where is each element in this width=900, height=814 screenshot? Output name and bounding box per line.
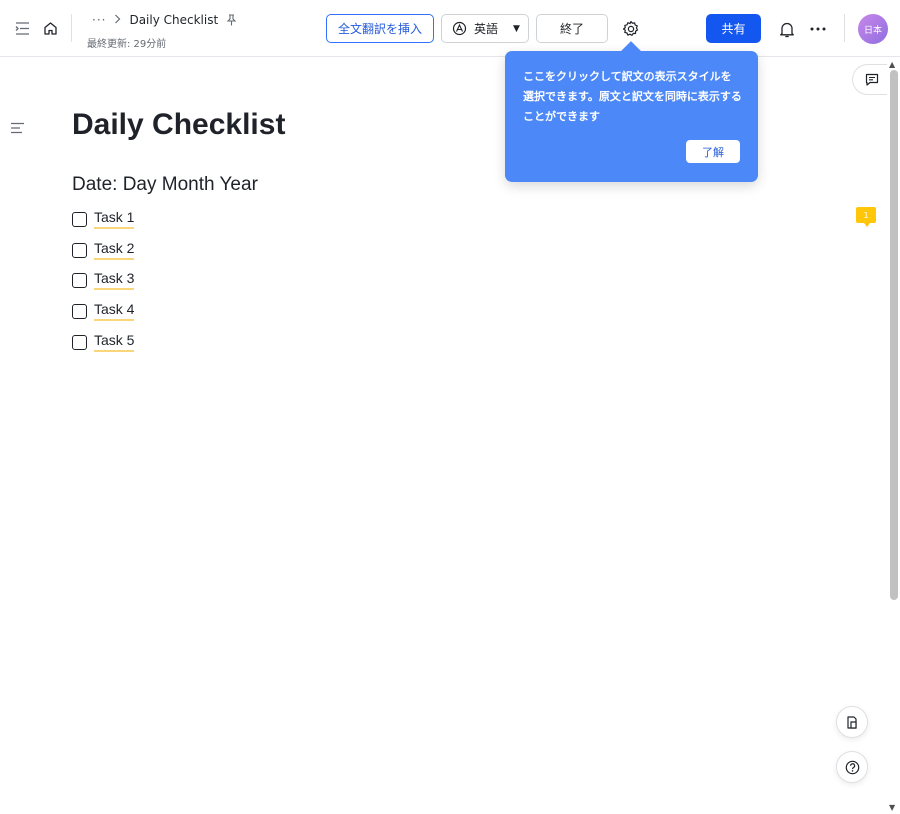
task-label[interactable]: Task 3 — [94, 270, 135, 290]
task-checkbox[interactable] — [72, 211, 87, 227]
task-checkbox[interactable] — [72, 242, 87, 258]
avatar[interactable]: 日本 — [858, 14, 888, 44]
share-button[interactable]: 共有 — [706, 14, 761, 43]
tooltip-ok-button[interactable]: 了解 — [686, 140, 740, 163]
sidebar-toggle-icon[interactable] — [14, 20, 30, 36]
language-select[interactable]: 英語 ▼ — [441, 14, 529, 43]
document-copy-icon — [845, 715, 859, 730]
task-checkbox[interactable] — [72, 272, 87, 288]
comment-count-badge[interactable]: 1 — [856, 207, 876, 227]
breadcrumb: ··· Daily Checklist — [92, 13, 237, 27]
document-title[interactable]: Daily Checklist — [72, 108, 285, 142]
task-item: Task 4 — [72, 301, 135, 321]
more-horizontal-icon[interactable] — [807, 19, 829, 39]
task-item: Task 3 — [72, 270, 135, 290]
caret-down-icon: ▼ — [513, 23, 520, 34]
breadcrumb-more-button[interactable]: ··· — [92, 13, 106, 27]
translation-style-tooltip: ここをクリックして訳文の表示スタイルを選択できます。原文と訳文を同時に表示するこ… — [505, 51, 758, 182]
bell-icon[interactable] — [777, 19, 797, 39]
task-checkbox[interactable] — [72, 334, 87, 350]
help-button[interactable] — [836, 751, 868, 783]
end-translation-button[interactable]: 終了 — [536, 14, 608, 43]
pin-icon[interactable] — [226, 14, 237, 26]
top-toolbar: ··· Daily Checklist 最終更新: 29分前 全文翻訳を挿入 英… — [0, 0, 900, 57]
task-label[interactable]: Task 4 — [94, 301, 135, 321]
chevron-right-icon — [114, 14, 121, 27]
task-item: Task 1 — [72, 209, 135, 229]
outline-list-icon[interactable] — [10, 119, 25, 138]
breadcrumb-title[interactable]: Daily Checklist — [129, 13, 218, 27]
settings-gear-icon[interactable] — [621, 19, 641, 39]
tooltip-message: ここをクリックして訳文の表示スタイルを選択できます。原文と訳文を同時に表示するこ… — [523, 70, 742, 123]
task-label[interactable]: Task 1 — [94, 209, 135, 229]
language-label: 英語 — [474, 22, 499, 36]
scrollbar-thumb[interactable] — [890, 70, 898, 600]
task-label[interactable]: Task 5 — [94, 332, 135, 352]
scroll-down-arrow-icon[interactable]: ▼ — [889, 803, 895, 812]
home-icon[interactable] — [41, 19, 59, 37]
insert-translation-button[interactable]: 全文翻訳を挿入 — [326, 14, 434, 43]
document-subtitle[interactable]: Date: Day Month Year — [72, 174, 258, 196]
toolbar-divider-right — [844, 14, 845, 42]
task-item: Task 2 — [72, 240, 135, 260]
translate-icon — [452, 21, 467, 36]
help-icon — [845, 760, 860, 775]
task-label[interactable]: Task 2 — [94, 240, 135, 260]
last-updated-text: 最終更新: 29分前 — [87, 39, 167, 50]
scroll-up-arrow-icon[interactable]: ▲ — [889, 60, 895, 69]
document-copy-button[interactable] — [836, 706, 868, 738]
comment-icon — [865, 73, 879, 86]
task-item: Task 5 — [72, 332, 135, 352]
toolbar-divider — [71, 14, 72, 42]
task-checkbox[interactable] — [72, 303, 87, 319]
